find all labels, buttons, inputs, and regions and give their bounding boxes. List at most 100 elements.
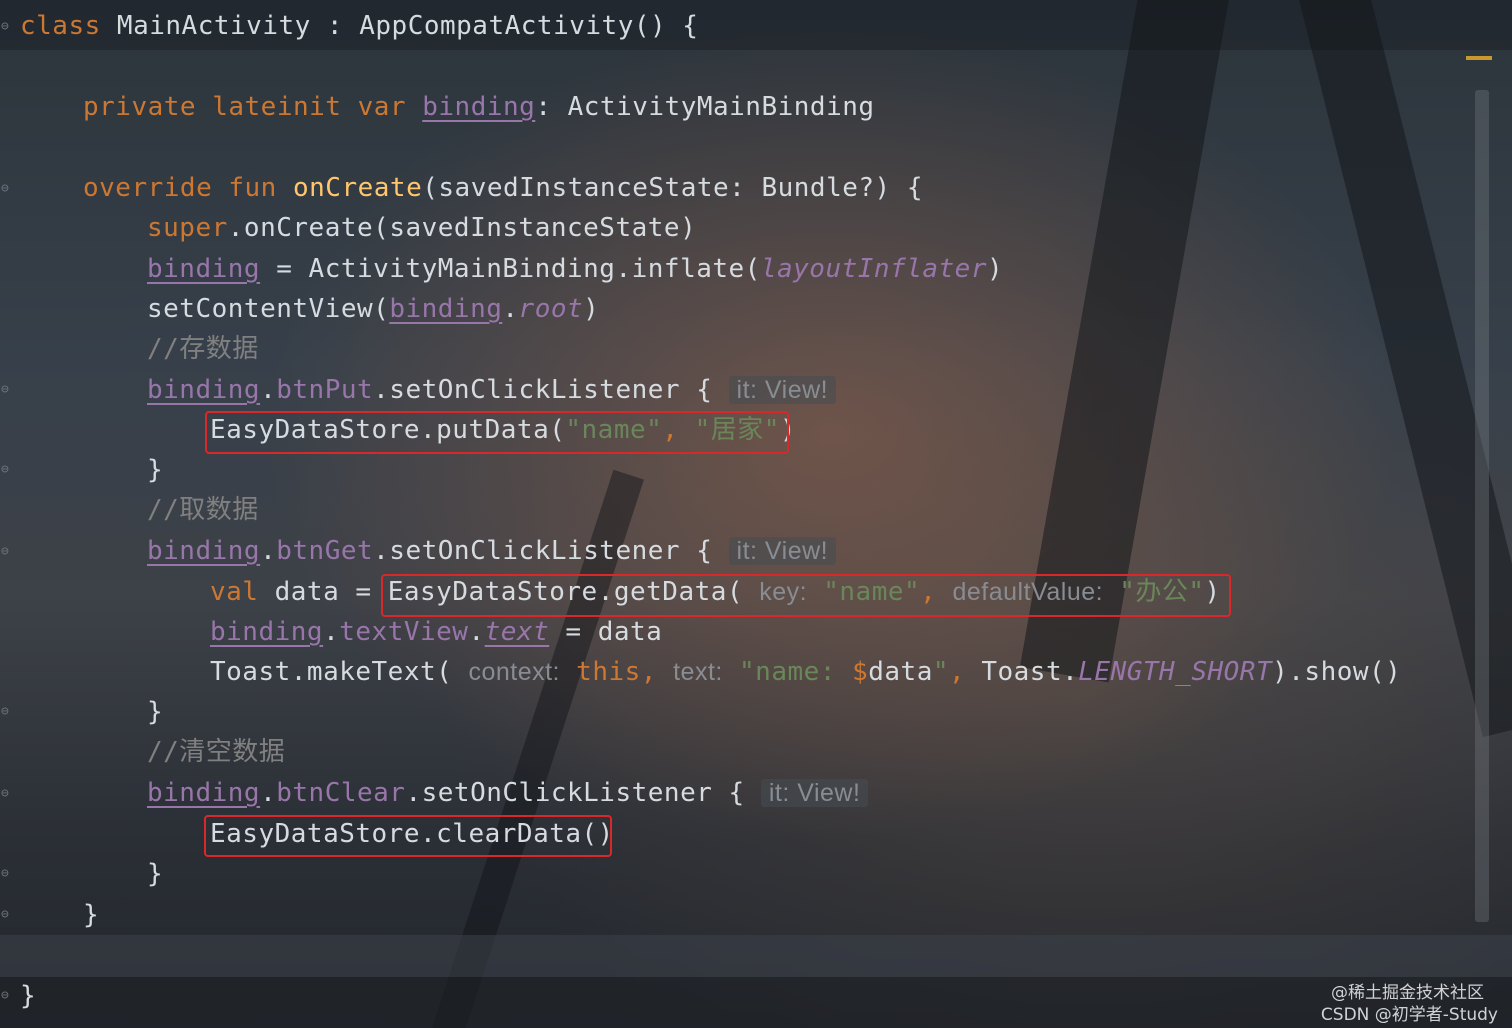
code-line-16[interactable]: } [147,692,163,732]
code-text: Toast. [981,657,1079,687]
code-text: } [20,981,37,1011]
property: btnPut [276,375,374,405]
string-literal: "name: [722,657,853,687]
code-text: } [147,859,164,889]
fold-close-icon[interactable]: ⊖ [1,989,15,1003]
property: binding [147,536,261,566]
property: binding [210,617,324,647]
code-text: . [502,294,519,324]
code-line-17[interactable]: //清空数据 [147,732,285,772]
inlay-hint: text: [673,658,723,686]
inlay-hint: it: View! [728,376,837,404]
code-text: . [468,617,485,647]
code-text: .setOnClickListener { [373,375,729,405]
fold-close-icon[interactable]: ⊖ [1,908,15,922]
code-text: = data [549,617,663,647]
code-text: .onCreate(savedInstanceState) [227,213,697,243]
code-text: (savedInstanceState: Bundle?) { [422,173,923,203]
function-name: onCreate [293,173,423,203]
fold-open-icon[interactable]: ⊖ [1,787,15,801]
code-line-6[interactable]: setContentView(binding.root) [147,289,599,329]
fold-close-icon[interactable]: ⊖ [1,705,15,719]
code-comment: //存数据 [147,334,259,364]
code-line-4[interactable]: super.onCreate(savedInstanceState) [147,208,696,248]
keyword: this [560,657,641,687]
code-line-20[interactable]: } [147,854,163,894]
code-text: . [323,617,340,647]
code-comment: //取数据 [147,495,259,525]
inlay-hint: context: [468,658,561,686]
string-literal: " [932,657,950,687]
punctuation: , [949,657,982,687]
property: btnGet [276,536,374,566]
code-line-21[interactable]: } [83,895,99,935]
fold-open-icon[interactable]: ⊖ [1,383,15,397]
code-line-7[interactable]: //存数据 [147,329,259,369]
warning-marker[interactable] [1466,56,1492,60]
code-text: Toast.makeText( [210,657,469,687]
keyword: class [20,11,101,41]
code-line-2[interactable]: private lateinit var binding: ActivityMa… [83,87,875,127]
inlay-hint: it: View! [728,537,837,565]
property: binding [147,254,261,284]
extension-property: layoutInflater [760,254,987,284]
code-text: .setOnClickListener { [373,536,729,566]
fold-open-icon[interactable]: ⊖ [1,545,15,559]
watermark-csdn: CSDN @初学者-Study [1320,1005,1498,1025]
code-text: } [147,455,164,485]
code-comment: //清空数据 [147,737,286,767]
fold-close-icon[interactable]: ⊖ [1,867,15,881]
code-text: . [260,536,277,566]
property: binding [422,92,536,122]
extension-property: text [484,617,550,647]
code-text: ).show() [1272,657,1402,687]
code-text: } [147,697,164,727]
code-editor[interactable]: class MainActivity : AppCompatActivity()… [20,0,1460,1028]
highlight-box-clear-data [204,815,612,857]
property: binding [389,294,503,324]
extension-property: root [518,294,584,324]
code-text: } [83,900,100,930]
code-text: = ActivityMainBinding.inflate( [260,254,761,284]
property: textView [339,617,469,647]
code-text: MainActivity : AppCompatActivity() { [100,11,699,41]
keyword: super [147,213,228,243]
keyword: override fun [83,173,293,203]
inlay-hint: it: View! [760,779,869,807]
code-text: : ActivityMainBinding [535,92,875,122]
code-text: ) [583,294,600,324]
fold-open-icon[interactable]: ⊖ [1,182,15,196]
fold-close-icon[interactable]: ⊖ [1,463,15,477]
keyword: val [210,577,259,607]
code-text: . [260,375,277,405]
code-text: data [868,657,933,687]
code-line-18[interactable]: binding.btnClear.setOnClickListener { it… [147,773,869,813]
property: btnClear [276,778,406,808]
code-line-15[interactable]: Toast.makeText( context: this, text: "na… [210,652,1401,692]
code-line-8[interactable]: binding.btnPut.setOnClickListener { it: … [147,370,837,410]
property: binding [147,778,261,808]
code-line-5[interactable]: binding = ActivityMainBinding.inflate(la… [147,249,1003,289]
property: binding [147,375,261,405]
keyword: private lateinit var [83,92,423,122]
constant: LENGTH_SHORT [1078,657,1273,687]
template-marker: $ [852,657,869,687]
code-line-14[interactable]: binding.textView.text = data [210,612,662,652]
code-text: setContentView( [147,294,390,324]
fold-open-icon[interactable]: ⊖ [1,20,15,34]
code-line-22[interactable]: } [20,976,36,1016]
code-line-3[interactable]: override fun onCreate(savedInstanceState… [83,168,923,208]
code-line-11[interactable]: //取数据 [147,490,259,530]
code-text: .setOnClickListener { [405,778,761,808]
code-line-10[interactable]: } [147,450,163,490]
highlight-box-put-data [205,411,789,454]
code-text: ) [987,254,1004,284]
editor-gutter: ⊖ ⊖ ⊖ ⊖ ⊖ ⊖ ⊖ ⊖ ⊖ ⊖ [0,0,18,1028]
highlight-box-get-data [381,574,1231,617]
code-line-12[interactable]: binding.btnGet.setOnClickListener { it: … [147,531,837,571]
code-text: . [260,778,277,808]
punctuation: , [640,657,674,687]
code-line-1[interactable]: class MainActivity : AppCompatActivity()… [20,6,698,46]
vertical-scrollbar[interactable] [1475,90,1489,922]
code-text: data = [258,577,388,607]
